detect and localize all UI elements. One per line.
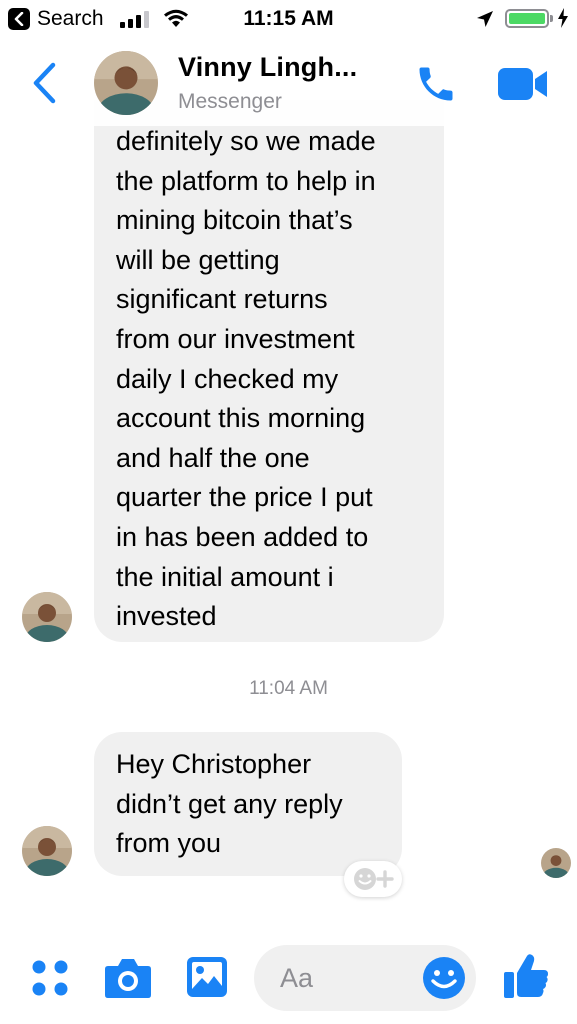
battery-cap — [550, 15, 553, 22]
chevron-left-icon — [33, 62, 56, 104]
message-line: the initial amount i — [116, 561, 334, 592]
message-line: mining bitcoin that’s — [116, 205, 353, 236]
camera-button[interactable] — [104, 957, 152, 1004]
message-line: definitely so we made — [116, 126, 376, 156]
battery-level — [509, 13, 545, 24]
conversation-header: Vinny Lingh... Messenger — [0, 38, 577, 126]
location-arrow-icon — [477, 11, 493, 27]
gallery-button[interactable] — [186, 956, 228, 1003]
message-line: and half the one — [116, 442, 310, 473]
apps-button[interactable] — [30, 958, 70, 1003]
video-camera-icon — [498, 68, 547, 100]
smiley-icon — [423, 957, 465, 999]
camera-icon — [105, 959, 151, 998]
message-line: daily I checked my — [116, 363, 339, 394]
message-line: in has been added to — [116, 521, 369, 552]
video-call-button[interactable] — [497, 67, 549, 106]
voice-call-button[interactable] — [413, 62, 459, 111]
message-timestamp: 11:04 AM — [249, 678, 328, 699]
conversation-area[interactable]: definitely so we made the platform to he… — [0, 0, 577, 940]
like-button[interactable] — [503, 952, 549, 1005]
message-line: from our investment — [116, 323, 355, 354]
message-line: Hey Christopher — [116, 749, 312, 779]
phone-icon — [419, 67, 453, 101]
message-bubble[interactable]: Hey Christopher didn’t get any reply fro… — [94, 732, 402, 876]
back-button[interactable] — [32, 62, 58, 109]
message-line: didn’t get any reply — [116, 788, 343, 819]
contact-avatar[interactable] — [94, 51, 158, 115]
read-receipt-avatar — [541, 848, 571, 878]
message-line: account this morning — [116, 403, 366, 434]
message-input-placeholder: Aa — [280, 963, 314, 993]
message-line: the platform to help in — [116, 165, 376, 196]
emoji-button[interactable] — [422, 956, 466, 1005]
message-input[interactable]: Aa — [254, 945, 476, 1011]
apps-grid-icon — [32, 960, 68, 996]
battery-icon — [505, 9, 549, 28]
message-composer: Aa — [0, 940, 577, 1024]
message-line: quarter the price I put — [116, 482, 373, 513]
message-bubble[interactable]: definitely so we made the platform to he… — [94, 100, 444, 642]
message-line: significant returns — [116, 284, 328, 315]
gallery-icon — [187, 957, 227, 997]
message-line: from you — [116, 828, 222, 859]
message-line: will be getting — [116, 244, 280, 275]
message-line: invested — [116, 601, 217, 632]
charging-bolt-icon — [558, 8, 568, 28]
add-reaction-icon — [354, 868, 394, 890]
contact-avatar[interactable] — [22, 826, 72, 876]
contact-avatar[interactable] — [22, 592, 72, 642]
thumbs-up-icon — [504, 954, 548, 998]
contact-subtitle: Messenger — [178, 90, 282, 113]
contact-name[interactable]: Vinny Lingh... — [178, 52, 357, 83]
status-bar: Search 11:15 AM — [0, 0, 577, 38]
add-reaction-button[interactable] — [344, 861, 402, 897]
